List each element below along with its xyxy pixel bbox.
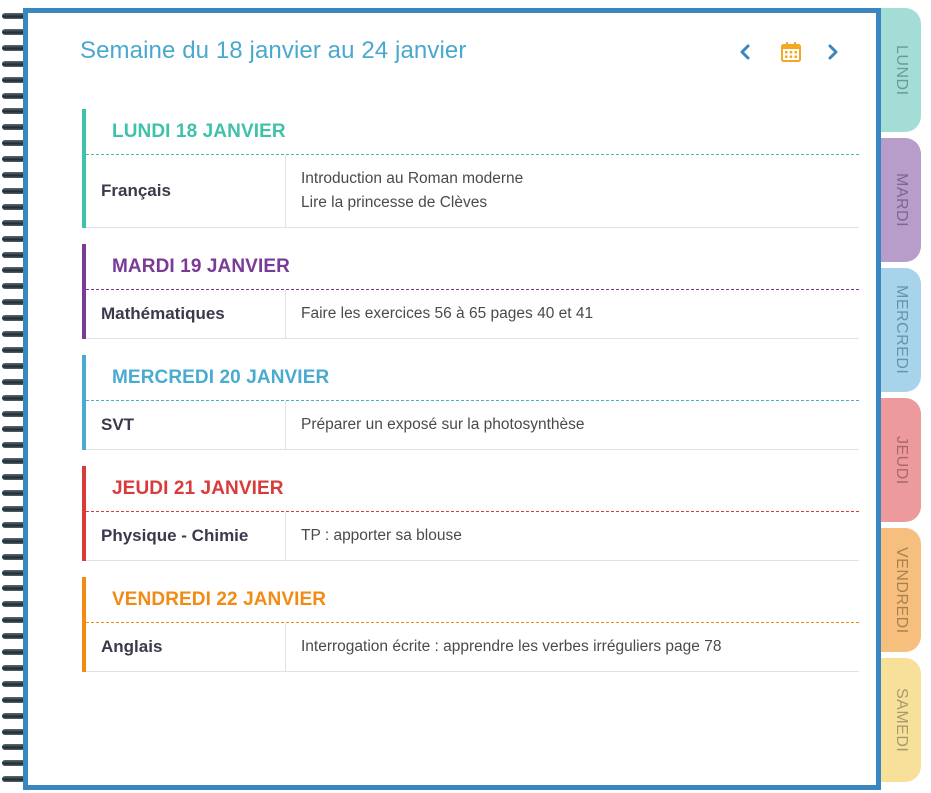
day-header: MERCREDI 20 JANVIER (86, 355, 859, 401)
tab-mercredi[interactable]: MERCREDI (881, 268, 921, 392)
task-item: Lire la princesse de Clèves (301, 194, 488, 211)
next-week-button[interactable] (826, 43, 840, 61)
chevron-right-icon (828, 44, 838, 60)
calendar-button[interactable] (780, 41, 802, 63)
homework-row[interactable]: Français Introduction au Roman moderne Lir… (86, 155, 859, 228)
subject-label: Physique - Chimie (86, 512, 286, 560)
chevron-left-icon (740, 44, 750, 60)
homework-row[interactable]: Mathématiques Faire les exercices 56 à 65… (86, 290, 859, 339)
task-list: Introduction au Roman moderne Lire la pri… (286, 155, 538, 227)
tab-vendredi[interactable]: VENDREDI (881, 528, 921, 652)
day-section: MERCREDI 20 JANVIER SVT Préparer un exposé… (82, 355, 859, 450)
page-title: Semaine du 18 janvier au 24 janvier (80, 37, 467, 64)
task-list: TP : apporter sa blouse (286, 512, 477, 560)
tab-label: MERCREDI (893, 285, 910, 375)
tab-lundi[interactable]: LUNDI (881, 8, 921, 132)
homework-list: LUNDI 18 JANVIER Français Introduction au … (82, 109, 859, 688)
tab-label: SAMEDI (893, 687, 910, 753)
day-section: VENDREDI 22 JANVIER Anglais Interrogation … (82, 577, 859, 672)
task-item: TP : apporter sa blouse (301, 527, 462, 544)
tab-label: MARDI (893, 172, 910, 228)
homework-row[interactable]: Physique - Chimie TP : apporter sa blouse (86, 512, 859, 561)
tab-label: JEUDI (893, 435, 910, 485)
subject-label: Mathématiques (86, 290, 286, 338)
previous-week-button[interactable] (738, 43, 752, 61)
tab-label: LUNDI (893, 44, 910, 96)
tab-mardi[interactable]: MARDI (881, 138, 921, 262)
day-header: JEUDI 21 JANVIER (86, 466, 859, 512)
subject-label: SVT (86, 401, 286, 449)
subject-label: Français (86, 155, 286, 227)
homework-row[interactable]: Anglais Interrogation écrite : apprendre … (86, 623, 859, 672)
task-item: Introduction au Roman moderne (301, 170, 524, 187)
task-item: Interrogation écrite : apprendre les ver… (301, 638, 722, 655)
task-item: Préparer un exposé sur la photosynthèse (301, 416, 585, 433)
subject-label: Anglais (86, 623, 286, 671)
tab-label: VENDREDI (893, 546, 910, 634)
task-list: Faire les exercices 56 à 65 pages 40 et … (286, 290, 608, 338)
task-item: Faire les exercices 56 à 65 pages 40 et … (301, 305, 594, 322)
calendar-icon (781, 42, 801, 62)
day-header: LUNDI 18 JANVIER (86, 109, 859, 155)
day-section: MARDI 19 JANVIER Mathématiques Faire les e… (82, 244, 859, 339)
planner-notebook: Semaine du 18 janvier au 24 janvier LUND… (23, 8, 881, 790)
homework-row[interactable]: SVT Préparer un exposé sur la photosynthè… (86, 401, 859, 450)
day-section: LUNDI 18 JANVIER Français Introduction au … (82, 109, 859, 228)
day-header: MARDI 19 JANVIER (86, 244, 859, 290)
task-list: Interrogation écrite : apprendre les ver… (286, 623, 736, 671)
day-header: VENDREDI 22 JANVIER (86, 577, 859, 623)
tab-samedi[interactable]: SAMEDI (881, 658, 921, 782)
day-section: JEUDI 21 JANVIER Physique - Chimie TP : ap… (82, 466, 859, 561)
task-list: Préparer un exposé sur la photosynthèse (286, 401, 599, 449)
tab-jeudi[interactable]: JEUDI (881, 398, 921, 522)
